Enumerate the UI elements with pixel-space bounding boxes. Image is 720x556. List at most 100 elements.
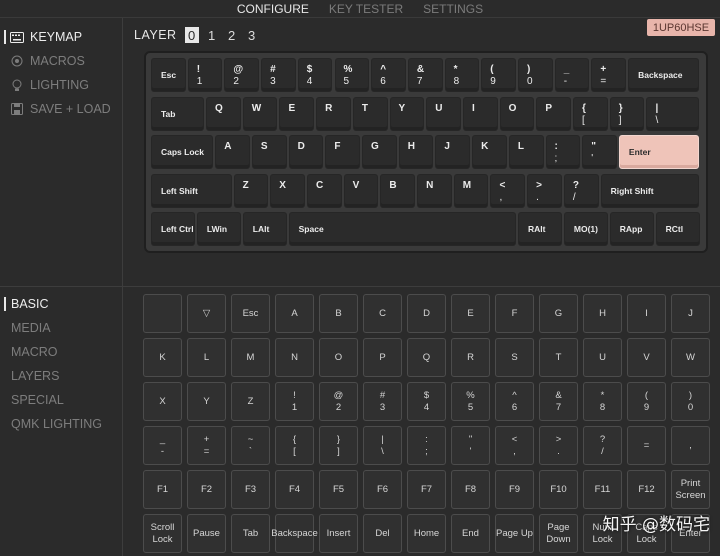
keycode-v[interactable]: V: [627, 338, 666, 377]
key-rctl[interactable]: RCtl: [655, 212, 700, 246]
keycode-t[interactable]: T: [539, 338, 578, 377]
tab-configure[interactable]: CONFIGURE: [237, 2, 309, 16]
keycode--[interactable]: } ]: [319, 426, 358, 465]
keycode-insert[interactable]: Insert: [319, 514, 358, 553]
key-f[interactable]: F: [325, 135, 360, 169]
key-b[interactable]: B: [380, 173, 416, 208]
key-l[interactable]: L: [508, 135, 544, 169]
key-s[interactable]: S: [251, 135, 287, 169]
layer-option-2[interactable]: 2: [225, 27, 239, 43]
keycode-f2[interactable]: F2: [187, 470, 226, 509]
key--[interactable]: ? /: [563, 173, 599, 208]
keycode-backspace[interactable]: Backspace: [271, 514, 318, 553]
keycode-q[interactable]: Q: [407, 338, 446, 377]
keycode--[interactable]: " ': [451, 426, 490, 465]
keycode-f11[interactable]: F11: [583, 470, 622, 509]
category-layers[interactable]: LAYERS: [0, 364, 122, 388]
key-tab[interactable]: Tab: [151, 96, 205, 131]
layer-option-0[interactable]: 0: [184, 27, 199, 43]
key--[interactable]: ! 1: [187, 58, 223, 92]
keycode-n[interactable]: N: [275, 338, 314, 377]
category-qmk-lighting[interactable]: QMK LIGHTING: [0, 412, 122, 436]
key-d[interactable]: D: [288, 135, 324, 169]
keycode--5[interactable]: % 5: [451, 382, 490, 421]
key-e[interactable]: E: [279, 96, 315, 131]
keycode-c[interactable]: C: [363, 294, 402, 333]
key--[interactable]: :;: [545, 135, 581, 169]
keycode-d[interactable]: D: [407, 294, 446, 333]
category-special[interactable]: SPECIAL: [0, 388, 122, 412]
keycode-g[interactable]: G: [539, 294, 578, 333]
keycode-tab[interactable]: Tab: [231, 514, 270, 553]
keycode--[interactable]: < ,: [495, 426, 534, 465]
key-y[interactable]: Y: [389, 96, 425, 131]
key-k[interactable]: K: [472, 135, 507, 169]
key-p[interactable]: P: [536, 96, 572, 131]
key--[interactable]: + =: [591, 58, 627, 92]
key-n[interactable]: N: [417, 173, 452, 208]
category-basic[interactable]: BASIC: [0, 292, 122, 316]
keycode--6[interactable]: ^ 6: [495, 382, 534, 421]
key-t[interactable]: T: [352, 96, 388, 131]
key--[interactable]: {[: [573, 96, 608, 131]
keycode-y[interactable]: Y: [187, 382, 226, 421]
key--[interactable]: % 5: [334, 58, 370, 92]
key-space[interactable]: Space: [288, 212, 516, 246]
keycode--[interactable]: ~ `: [231, 426, 270, 465]
key-lalt[interactable]: LAlt: [242, 212, 287, 246]
key--[interactable]: }]: [609, 96, 645, 131]
key-a[interactable]: A: [215, 135, 250, 169]
keycode--8[interactable]: * 8: [583, 382, 622, 421]
keycode-o[interactable]: O: [319, 338, 358, 377]
key-backspace[interactable]: Backspace: [628, 58, 700, 92]
keycode--[interactable]: ,: [671, 426, 710, 465]
keycode-h[interactable]: H: [583, 294, 622, 333]
keycode-k[interactable]: K: [143, 338, 182, 377]
keycode--[interactable]: ▽: [187, 294, 226, 333]
menu-item-lighting[interactable]: LIGHTING: [0, 73, 122, 97]
keycode--2[interactable]: @ 2: [319, 382, 358, 421]
keycode-w[interactable]: W: [671, 338, 710, 377]
key--[interactable]: #3: [261, 58, 296, 92]
keycode--[interactable]: =: [627, 426, 666, 465]
keycode-u[interactable]: U: [583, 338, 622, 377]
key--[interactable]: ) 0: [518, 58, 553, 92]
keycode--[interactable]: > .: [539, 426, 578, 465]
category-media[interactable]: MEDIA: [0, 316, 122, 340]
keycode-esc[interactable]: Esc: [231, 294, 270, 333]
keycode-f5[interactable]: F5: [319, 470, 358, 509]
keycode-pause[interactable]: Pause: [187, 514, 226, 553]
keycode--4[interactable]: $ 4: [407, 382, 446, 421]
key-caps-lock[interactable]: Caps Lock: [151, 135, 214, 169]
keycode-z[interactable]: Z: [231, 382, 270, 421]
key-h[interactable]: H: [398, 135, 434, 169]
key--[interactable]: ^ 6: [371, 58, 406, 92]
menu-item-save-load[interactable]: SAVE + LOAD: [0, 97, 122, 121]
key-mo-1-[interactable]: MO(1): [563, 212, 608, 246]
key-esc[interactable]: Esc: [151, 58, 186, 92]
key--[interactable]: " ': [582, 135, 617, 169]
keycode-m[interactable]: M: [231, 338, 270, 377]
key--[interactable]: >.: [527, 173, 562, 208]
key-o[interactable]: O: [499, 96, 535, 131]
keycode-blank[interactable]: [143, 294, 182, 333]
keycode-print-screen[interactable]: Print Screen: [671, 470, 710, 509]
tab-settings[interactable]: SETTINGS: [423, 2, 483, 16]
keycode--3[interactable]: # 3: [363, 382, 402, 421]
keycode-f6[interactable]: F6: [363, 470, 402, 509]
keycode-f12[interactable]: F12: [627, 470, 666, 509]
keycode--[interactable]: | \: [363, 426, 402, 465]
keycode-e[interactable]: E: [451, 294, 490, 333]
keycode-page-up[interactable]: Page Up: [495, 514, 534, 553]
tab-key-tester[interactable]: KEY TESTER: [329, 2, 403, 16]
key-q[interactable]: Q: [206, 96, 241, 131]
key--[interactable]: * 8: [444, 58, 480, 92]
keycode-f7[interactable]: F7: [407, 470, 446, 509]
keycode--[interactable]: : ;: [407, 426, 446, 465]
keycode-a[interactable]: A: [275, 294, 314, 333]
key--[interactable]: @2: [224, 58, 260, 92]
keycode-del[interactable]: Del: [363, 514, 402, 553]
keycode--0[interactable]: ) 0: [671, 382, 710, 421]
keycode-f4[interactable]: F4: [275, 470, 314, 509]
keycode-f9[interactable]: F9: [495, 470, 534, 509]
